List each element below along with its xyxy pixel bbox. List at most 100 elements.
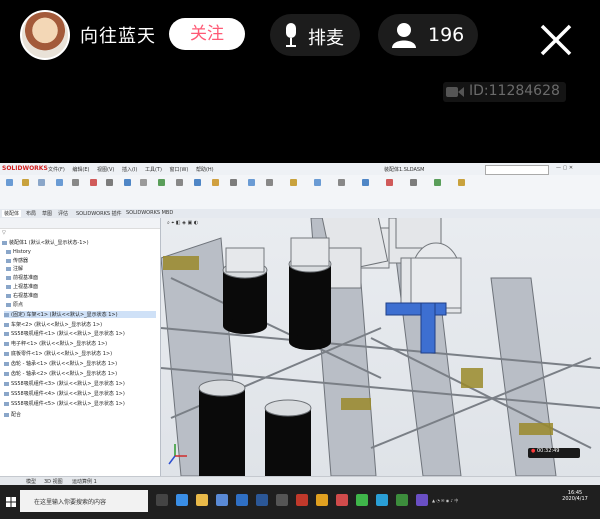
tree-item-history[interactable]: History (6, 249, 31, 255)
host-avatar[interactable] (20, 10, 70, 60)
tab-3d-views[interactable]: 3D 视图 (44, 478, 63, 485)
tree-item-origin[interactable]: 原点 (6, 301, 23, 308)
calculator-icon[interactable] (276, 494, 288, 506)
tab-addins[interactable]: SOLIDWORKS 插件 (76, 210, 122, 217)
menu-help[interactable]: 帮助(H) (196, 167, 214, 173)
part-icon (4, 351, 9, 356)
tree-item-component-6[interactable]: 齿轮 - 轴承<1> (默认<<默认>_显示状态 1>) (4, 360, 117, 367)
menu-tools[interactable]: 工具(T) (145, 167, 162, 173)
follow-button[interactable]: 关注 (169, 18, 245, 50)
mail-icon[interactable] (236, 494, 248, 506)
store-icon[interactable] (216, 494, 228, 506)
tab-layout[interactable]: 布局 (26, 210, 36, 217)
app-icon[interactable] (416, 494, 428, 506)
explorer-icon[interactable] (196, 494, 208, 506)
tree-item-frame-2[interactable]: 车架<2> (默认<<默认>_显示状态 1>) (4, 321, 102, 328)
mold-tools-icon[interactable] (410, 179, 417, 186)
tree-item-frame-1[interactable]: (固定) 车架<1> (默认<<默认>_显示状态 1>) (4, 311, 156, 318)
insert-component-icon[interactable] (6, 179, 13, 186)
tree-item-component-7[interactable]: 齿轮 - 轴承<2> (默认<<默认>_显示状态 1>) (4, 370, 117, 377)
edge-icon[interactable] (176, 494, 188, 506)
component-preview-icon[interactable] (38, 179, 45, 186)
render-tools-icon[interactable] (458, 179, 465, 186)
large-assembly-icon[interactable] (266, 179, 273, 186)
structure-system-icon[interactable] (386, 179, 393, 186)
menu-insert[interactable]: 插入(I) (122, 167, 137, 173)
viewer-count-pill[interactable]: 196 (378, 14, 478, 56)
queue-mic-label: 排麦 (308, 28, 344, 49)
close-icon[interactable] (538, 22, 574, 58)
chrome-icon[interactable] (316, 494, 328, 506)
exploded-view-icon[interactable] (194, 179, 201, 186)
menu-view[interactable]: 视图(V) (97, 167, 114, 173)
menu-file[interactable]: 文件(F) (48, 167, 65, 173)
tab-model[interactable]: 模型 (26, 478, 36, 485)
record-dot-icon: ● (531, 448, 536, 454)
tab-assembly[interactable]: 装配体 (2, 210, 22, 217)
bill-of-materials-icon[interactable] (176, 179, 183, 186)
stream-header: 向往蓝天 关注 排麦 196 ID:11284628 (0, 0, 600, 160)
system-tray[interactable]: ▲ ◔ ✉ ◉ ♪ 中 (432, 498, 550, 504)
task-view-icon[interactable] (156, 494, 168, 506)
command-ribbon (0, 175, 600, 210)
word-icon[interactable] (256, 494, 268, 506)
heads-up-view-toolbar[interactable]: ⌕ ⌖ ◧ ◈ ▣ ◐ (167, 220, 198, 226)
update-speedpak-icon[interactable] (230, 179, 237, 186)
tab-mbd[interactable]: SOLIDWORKS MBD (126, 210, 173, 216)
graphics-viewport[interactable] (161, 218, 600, 476)
viewer-count: 196 (428, 24, 465, 46)
tree-item-sensors[interactable]: 传感器 (6, 257, 28, 264)
menu-bar: 文件(F) 编辑(E) 视图(V) 插入(I) 工具(T) 窗口(W) 帮助(H… (48, 166, 220, 173)
linear-pattern-icon[interactable] (56, 179, 63, 186)
tab-sketch[interactable]: 草图 (42, 210, 52, 217)
qq-icon[interactable] (376, 494, 388, 506)
host-name[interactable]: 向往蓝天 (80, 22, 156, 48)
tree-item-front-plane[interactable]: 前视基准面 (6, 274, 38, 281)
app-titlebar: SOLIDWORKS 文件(F) 编辑(E) 视图(V) 插入(I) 工具(T)… (0, 163, 600, 175)
new-motion-study-icon[interactable] (158, 179, 165, 186)
tree-item-component-5[interactable]: 底板零件<1> (默认<<默认>_显示状态 1>) (4, 350, 112, 357)
wechat-icon[interactable] (356, 494, 368, 506)
tree-item-component-4[interactable]: 电子秤<1> (默认<<默认>_显示状态 1>) (4, 340, 107, 347)
menu-window[interactable]: 窗口(W) (170, 167, 189, 173)
solidworks-app-icon[interactable] (296, 494, 308, 506)
move-component-icon[interactable] (90, 179, 97, 186)
snapshot-icon[interactable] (248, 179, 255, 186)
window-controls[interactable]: — ▢ ✕ (556, 165, 573, 171)
assembly-features-icon[interactable] (124, 179, 131, 186)
part-icon (4, 401, 9, 406)
show-hidden-icon[interactable] (106, 179, 113, 186)
clock-date: 2020/4/17 (562, 496, 588, 502)
instant3d-icon[interactable] (212, 179, 219, 186)
taskbar-clock[interactable]: 16:45 2020/4/17 (556, 490, 594, 502)
weldment-icon[interactable] (338, 179, 345, 186)
tab-motion-study[interactable]: 运动算例 1 (72, 478, 97, 485)
smart-fasteners-icon[interactable] (72, 179, 79, 186)
mate-icon[interactable] (22, 179, 29, 186)
browser-icon[interactable] (396, 494, 408, 506)
photo-app-icon[interactable] (336, 494, 348, 506)
menu-edit[interactable]: 编辑(E) (72, 167, 89, 173)
tree-item-top-plane[interactable]: 上视基准面 (6, 283, 38, 290)
sheet-metal-icon[interactable] (362, 179, 369, 186)
tree-toolbar[interactable] (0, 218, 160, 229)
taskbar-search-input[interactable]: 在这里输入你要搜索的内容 (20, 490, 148, 512)
assembly-model (161, 218, 600, 476)
toolbox-icon[interactable] (290, 179, 297, 186)
tree-item-component-9[interactable]: SS58吸机组件<4> (默认<<默认>_显示状态 1>) (4, 390, 125, 397)
tree-item-root[interactable]: 装配体1 (默认<默认_显示状态-1>) (2, 239, 89, 246)
tree-item-mates[interactable]: 配合 (4, 411, 21, 418)
tree-item-annotations[interactable]: 注解 (6, 265, 23, 272)
filter-icon[interactable]: ▽ (2, 230, 6, 236)
tree-item-component-3[interactable]: SS58吸机组件<1> (默认<<默认>_显示状态 1>) (4, 330, 125, 337)
queue-mic-button[interactable]: 排麦 (270, 14, 360, 56)
help-search-input[interactable] (485, 165, 549, 175)
tree-item-component-8[interactable]: SS58吸机组件<3> (默认<<默认>_显示状态 1>) (4, 380, 125, 387)
reference-geometry-icon[interactable] (140, 179, 147, 186)
routing-icon[interactable] (314, 179, 321, 186)
tab-evaluate[interactable]: 评估 (58, 210, 68, 217)
tree-item-right-plane[interactable]: 右视基准面 (6, 292, 38, 299)
tree-item-component-10[interactable]: SS58吸机组件<5> (默认<<默认>_显示状态 1>) (4, 400, 125, 407)
simulation-icon[interactable] (434, 179, 441, 186)
windows-start-icon[interactable] (6, 497, 16, 507)
